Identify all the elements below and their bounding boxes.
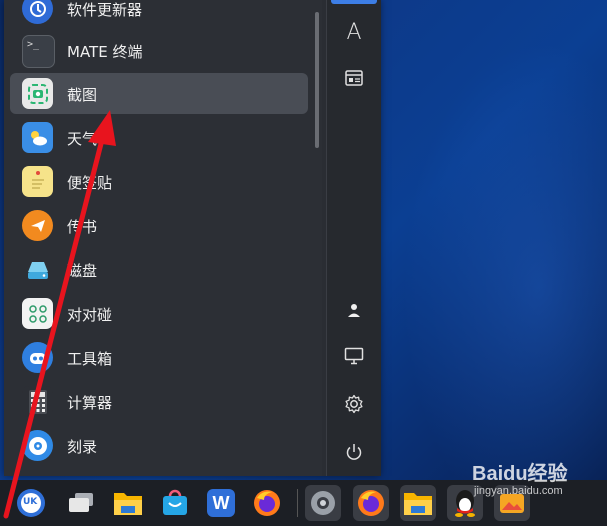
app-item-game[interactable]: 对对碰 [10, 293, 308, 334]
category-icon[interactable] [336, 60, 372, 96]
app-label: 对对碰 [67, 306, 113, 324]
app-label: 天气 [67, 130, 98, 148]
app-item-weather[interactable]: 天气 [10, 117, 308, 158]
software-store-icon[interactable] [157, 485, 193, 521]
software-updater-icon [22, 0, 53, 24]
app-label: 截图 [67, 86, 98, 104]
game-icon [22, 298, 53, 329]
app-item-mate-terminal[interactable]: >_ MATE 终端 [10, 30, 308, 71]
app-item-sticky-notes[interactable]: 便签贴 [10, 161, 308, 202]
taskbar-separator [297, 489, 298, 517]
user-icon[interactable] [336, 292, 372, 328]
scrollbar[interactable] [315, 12, 319, 148]
calculator-icon [22, 386, 53, 417]
letter-sort-icon[interactable]: A [336, 14, 372, 50]
firefox-icon[interactable] [249, 485, 285, 521]
desktop-background [380, 0, 607, 480]
app-list: 软件更新器 >_ MATE 终端 截图 天气 便签贴 传书 磁盘 对对碰 工具箱… [4, 0, 322, 476]
app-item-software-updater[interactable]: 软件更新器 [10, 0, 308, 29]
app-label: 磁盘 [67, 262, 98, 280]
wps-writer-icon[interactable]: W [203, 485, 239, 521]
transfer-icon [22, 210, 53, 241]
settings-icon[interactable] [305, 485, 341, 521]
file-manager-icon[interactable] [400, 485, 436, 521]
toolbox-icon [22, 342, 53, 373]
app-item-burner[interactable]: 刻录 [10, 425, 308, 466]
menu-sidebar: A [326, 0, 381, 476]
app-label: 软件更新器 [67, 1, 143, 19]
burner-icon [22, 430, 53, 461]
settings-icon[interactable] [336, 386, 372, 422]
app-label: 计算器 [67, 394, 113, 412]
weather-icon [22, 122, 53, 153]
power-icon[interactable] [336, 434, 372, 470]
all-apps-icon[interactable] [331, 0, 377, 4]
disk-icon [22, 254, 53, 285]
sticky-notes-icon [22, 166, 53, 197]
start-menu-icon[interactable]: UK [13, 485, 49, 521]
computer-icon[interactable] [336, 338, 372, 374]
app-label: 工具箱 [67, 350, 113, 368]
watermark: Baidu经验 jingyan.baidu.com [472, 463, 568, 497]
app-label: 便签贴 [67, 174, 113, 192]
file-manager-icon[interactable] [110, 485, 146, 521]
firefox-icon[interactable] [353, 485, 389, 521]
terminal-icon: >_ [22, 35, 55, 68]
screenshot-icon [22, 78, 53, 109]
app-label: MATE 终端 [67, 43, 143, 61]
app-item-transfer[interactable]: 传书 [10, 205, 308, 246]
app-item-disk[interactable]: 磁盘 [10, 249, 308, 290]
app-item-screenshot[interactable]: 截图 [10, 73, 308, 114]
app-label: 刻录 [67, 438, 98, 456]
app-item-toolbox[interactable]: 工具箱 [10, 337, 308, 378]
app-label: 传书 [67, 218, 98, 236]
start-menu: 软件更新器 >_ MATE 终端 截图 天气 便签贴 传书 磁盘 对对碰 工具箱… [4, 0, 381, 476]
app-item-calculator[interactable]: 计算器 [10, 381, 308, 422]
multitasking-icon[interactable] [63, 485, 99, 521]
